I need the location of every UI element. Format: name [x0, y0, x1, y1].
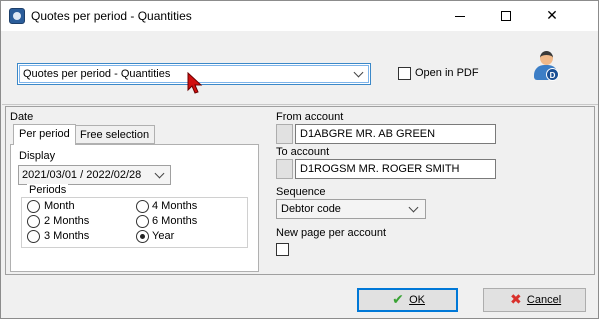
tab-per-period[interactable]: Per period — [13, 124, 76, 145]
to-account-label: To account — [276, 146, 330, 158]
to-account-value: D1ROGSM MR. ROGER SMITH — [300, 163, 460, 175]
user-badge-letter: D — [546, 68, 559, 81]
to-account-lookup-button[interactable] — [276, 159, 293, 179]
from-account-value: D1ABGRE MR. AB GREEN — [300, 128, 436, 140]
from-account-field[interactable]: D1ABGRE MR. AB GREEN — [295, 124, 496, 144]
close-icon: ✕ — [546, 8, 558, 24]
radio-month[interactable] — [27, 200, 40, 213]
display-period-value: 2021/03/01 / 2022/02/28 — [22, 169, 142, 181]
minimize-icon — [455, 16, 465, 17]
periods-legend: Periods — [27, 184, 69, 196]
maximize-icon — [501, 11, 511, 21]
sequence-label: Sequence — [276, 186, 326, 198]
user-head-shape — [540, 51, 553, 65]
new-page-checkbox[interactable] — [276, 243, 289, 256]
radio-6-months-label: 6 Months — [152, 215, 198, 227]
cancel-button-label: Cancel — [526, 294, 562, 307]
date-section-label: Date — [10, 111, 34, 123]
radio-year-label: Year — [152, 230, 175, 242]
ok-button[interactable]: ✔ OK — [357, 288, 458, 312]
mouse-cursor-icon — [187, 72, 203, 94]
radio-year[interactable] — [136, 230, 149, 243]
radio-2-months[interactable] — [27, 215, 40, 228]
chevron-down-icon — [353, 67, 364, 78]
maximize-button[interactable] — [483, 1, 529, 31]
window-title: Quotes per period - Quantities — [31, 9, 192, 23]
display-label: Display — [19, 150, 56, 162]
to-account-field[interactable]: D1ROGSM MR. ROGER SMITH — [295, 159, 496, 179]
user-badge-icon[interactable]: D — [533, 51, 561, 83]
chevron-down-icon — [154, 168, 165, 179]
close-button[interactable]: ✕ — [529, 1, 575, 31]
report-select-value: Quotes per period - Quantities — [23, 68, 171, 80]
radio-6-months[interactable] — [136, 215, 149, 228]
radio-3-months-label: 3 Months — [44, 230, 90, 242]
ok-button-label: OK — [409, 294, 425, 307]
x-icon: ✖ — [509, 292, 522, 309]
checkmark-icon: ✔ — [392, 292, 404, 309]
chevron-down-icon — [408, 202, 419, 213]
minimize-button[interactable] — [437, 1, 483, 31]
dialog-window: Quotes per period - Quantities ✕ Quotes … — [0, 0, 599, 319]
radio-2-months-label: 2 Months — [44, 215, 90, 227]
report-toolbar: Quotes per period - Quantities Open in P… — [2, 32, 598, 105]
app-icon — [9, 8, 25, 24]
radio-3-months[interactable] — [27, 230, 40, 243]
from-account-label: From account — [276, 111, 344, 123]
radio-4-months[interactable] — [136, 200, 149, 213]
radio-month-label: Month — [44, 200, 75, 212]
from-account-lookup-button[interactable] — [276, 124, 293, 144]
title-bar: Quotes per period - Quantities ✕ — [1, 1, 598, 31]
tab-free-selection[interactable]: Free selection — [74, 125, 156, 144]
sequence-value: Debtor code — [281, 203, 341, 215]
open-in-pdf-label: Open in PDF — [415, 67, 479, 79]
new-page-label: New page per account — [276, 227, 387, 239]
cancel-button[interactable]: ✖ Cancel — [483, 288, 586, 312]
open-in-pdf-checkbox[interactable] — [398, 67, 411, 80]
display-period-select[interactable]: 2021/03/01 / 2022/02/28 — [18, 165, 171, 185]
sequence-select[interactable]: Debtor code — [276, 199, 426, 219]
radio-4-months-label: 4 Months — [152, 200, 198, 212]
